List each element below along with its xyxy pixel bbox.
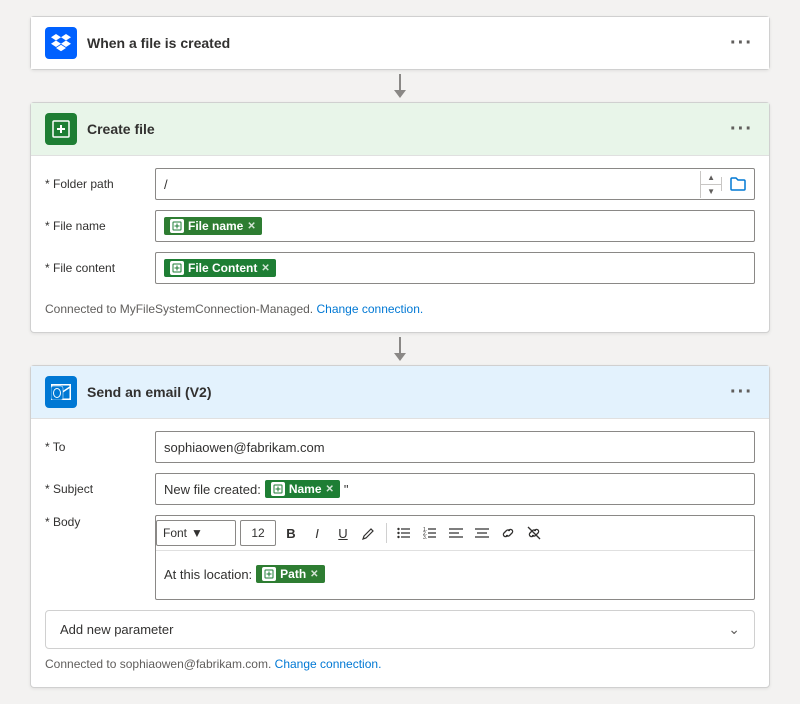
- bold-button[interactable]: B: [280, 520, 302, 546]
- font-size-input[interactable]: [240, 520, 276, 546]
- to-row: * To sophiaowen@fabrikam.com: [45, 431, 755, 463]
- file-content-input[interactable]: File Content ✕: [155, 252, 755, 284]
- file-name-row: * File name File name ✕: [45, 210, 755, 242]
- font-select-chevron: ▼: [191, 526, 203, 540]
- send-email-body: * To sophiaowen@fabrikam.com * Subject N…: [31, 419, 769, 687]
- unlink-button[interactable]: [523, 520, 545, 546]
- create-file-menu[interactable]: ···: [728, 119, 755, 139]
- create-file-change-connection[interactable]: Change connection.: [316, 302, 423, 316]
- folder-path-up[interactable]: ▲: [701, 171, 721, 185]
- ol-button[interactable]: 1. 2. 3.: [419, 520, 441, 546]
- subject-label: * Subject: [45, 482, 145, 496]
- file-name-tag-icon: [170, 219, 184, 233]
- subject-tag-icon: [271, 482, 285, 496]
- file-content-label: * File content: [45, 261, 145, 275]
- body-prefix: At this location:: [164, 567, 252, 582]
- chevron-down-icon: ⌄: [728, 621, 740, 638]
- file-name-tag: File name ✕: [164, 217, 262, 235]
- send-email-header: Send an email (V2) ···: [31, 366, 769, 419]
- body-path-tag: Path ✕: [256, 565, 324, 583]
- subject-tag: Name ✕: [265, 480, 340, 498]
- create-file-card: Create file ··· * Folder path / ▲ ▼: [30, 102, 770, 333]
- to-input[interactable]: sophiaowen@fabrikam.com: [155, 431, 755, 463]
- file-name-label: * File name: [45, 219, 145, 233]
- link-button[interactable]: [497, 520, 519, 546]
- create-file-connection: Connected to MyFileSystemConnection-Mana…: [45, 294, 755, 320]
- body-tag-icon: [262, 567, 276, 581]
- send-email-title: Send an email (V2): [87, 384, 718, 400]
- trigger-card: When a file is created ···: [30, 16, 770, 70]
- subject-tag-close[interactable]: ✕: [326, 484, 334, 495]
- body-row: * Body Font ▼ B I U: [45, 515, 755, 600]
- dropbox-icon: [45, 27, 77, 59]
- subject-row: * Subject New file created:: [45, 473, 755, 505]
- subject-mixed-field: New file created: Name ✕: [164, 480, 349, 498]
- create-file-header: Create file ···: [31, 103, 769, 156]
- body-label: * Body: [45, 515, 145, 529]
- send-email-change-connection[interactable]: Change connection.: [275, 657, 382, 671]
- create-file-icon: [45, 113, 77, 145]
- align-left-button[interactable]: [445, 520, 467, 546]
- pen-button[interactable]: [358, 520, 380, 546]
- underline-button[interactable]: U: [332, 520, 354, 546]
- toolbar-sep-1: [386, 523, 387, 543]
- create-file-body: * Folder path / ▲ ▼: [31, 156, 769, 332]
- add-param-label: Add new parameter: [60, 622, 173, 637]
- svg-text:3.: 3.: [423, 535, 427, 539]
- subject-prefix: New file created:: [164, 482, 261, 497]
- body-tag-close[interactable]: ✕: [310, 569, 318, 580]
- add-param-row[interactable]: Add new parameter ⌄: [45, 610, 755, 649]
- send-email-card: Send an email (V2) ··· * To sophiaowen@f…: [30, 365, 770, 688]
- flow-container: When a file is created ··· Create file ·…: [30, 16, 770, 688]
- email-icon: [45, 376, 77, 408]
- folder-path-down[interactable]: ▼: [701, 185, 721, 198]
- file-name-input[interactable]: File name ✕: [155, 210, 755, 242]
- file-content-row: * File content File Content ✕: [45, 252, 755, 284]
- body-editor[interactable]: Font ▼ B I U: [155, 515, 755, 600]
- folder-browse-button[interactable]: [721, 177, 754, 191]
- subject-input[interactable]: New file created: Name ✕: [155, 473, 755, 505]
- file-content-tag-close[interactable]: ✕: [261, 263, 269, 274]
- trigger-title: When a file is created: [87, 35, 718, 51]
- create-file-title: Create file: [87, 121, 718, 137]
- folder-path-controls: ▲ ▼: [700, 171, 721, 198]
- ul-button[interactable]: [393, 520, 415, 546]
- subject-suffix: ": [344, 482, 349, 497]
- send-email-menu[interactable]: ···: [728, 382, 755, 402]
- arrow-connector-1: [394, 70, 406, 102]
- folder-path-row: * Folder path / ▲ ▼: [45, 168, 755, 200]
- file-name-tag-close[interactable]: ✕: [247, 221, 255, 232]
- italic-button[interactable]: I: [306, 520, 328, 546]
- file-content-tag-icon: [170, 261, 184, 275]
- send-email-connection: Connected to sophiaowen@fabrikam.com. Ch…: [45, 649, 755, 675]
- trigger-menu[interactable]: ···: [728, 33, 755, 53]
- editor-toolbar: Font ▼ B I U: [156, 516, 754, 551]
- file-content-tag: File Content ✕: [164, 259, 276, 277]
- folder-path-wrapper: / ▲ ▼: [155, 168, 755, 200]
- arrow-connector-2: [394, 333, 406, 365]
- trigger-header: When a file is created ···: [31, 17, 769, 69]
- body-content[interactable]: At this location: Path: [156, 559, 754, 599]
- align-center-button[interactable]: [471, 520, 493, 546]
- font-select[interactable]: Font ▼: [156, 520, 236, 546]
- folder-path-value: /: [156, 172, 700, 197]
- to-label: * To: [45, 440, 145, 454]
- folder-path-label: * Folder path: [45, 177, 145, 191]
- body-mixed-field: At this location: Path: [164, 565, 746, 583]
